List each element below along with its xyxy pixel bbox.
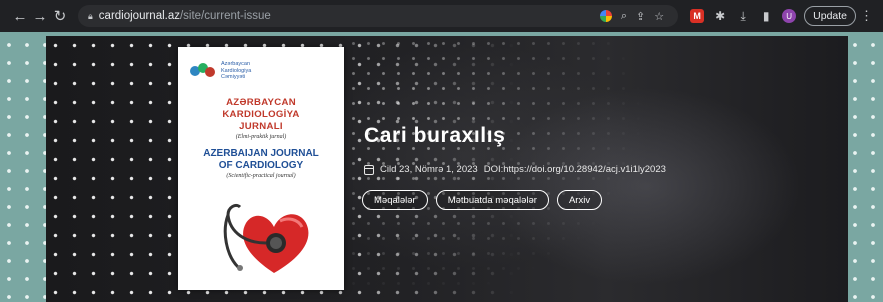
page-title: Cari buraxılış <box>364 124 506 147</box>
google-lens-icon[interactable] <box>599 10 612 22</box>
cover-subtitle-az: (Elmi-praktik jurnal) <box>235 133 287 140</box>
society-logo-icon <box>190 62 216 79</box>
url-path: /site/current-issue <box>179 10 271 22</box>
search-icon[interactable]: ⌕ <box>621 10 627 23</box>
heart-stethoscope-icon <box>223 203 309 273</box>
browser-toolbar: ← → ↻ 🔒︎ cardiojournal.az/site/current-i… <box>0 0 883 32</box>
cover-subtitle-en: (Scientific-practical journal) <box>226 172 296 179</box>
cover-title-az: AZƏRBAYCAN KARDIOLOGİYA JURNALI <box>222 96 300 132</box>
download-icon[interactable]: ⤓ <box>736 9 750 23</box>
doi-link[interactable]: DOI:https://doi.org/10.28942/acj.v1i1ly2… <box>484 164 666 175</box>
issue-actions: Məqalələr Mətbuatda məqalələr Arxiv <box>362 190 603 210</box>
back-icon[interactable]: ← <box>10 4 30 28</box>
sidebar-icon[interactable]: ▮ <box>759 9 773 23</box>
avatar[interactable]: U <box>782 9 797 23</box>
articles-button[interactable]: Məqalələr <box>362 190 428 210</box>
share-icon[interactable]: ⇪ <box>636 10 645 23</box>
lock-icon[interactable]: 🔒︎ <box>88 11 93 22</box>
address-bar[interactable]: 🔒︎ cardiojournal.az/site/current-issue ⌕… <box>78 5 679 27</box>
forward-icon[interactable]: → <box>30 4 50 28</box>
kebab-menu-icon[interactable]: ⋮ <box>860 8 873 24</box>
issue-meta: Cild 23, Nömrə 1, 2023 DOI:https://doi.o… <box>364 164 666 175</box>
puzzle-icon[interactable]: ✱ <box>713 9 727 23</box>
journal-cover[interactable]: Azərbaycan Kardiologiya Cəmiyyəti AZƏRBA… <box>178 47 344 290</box>
issue-info: Cild 23, Nömrə 1, 2023 <box>380 164 478 175</box>
cover-title-en: AZERBAIJAN JOURNAL OF CARDIOLOGY <box>203 147 319 171</box>
calendar-icon <box>364 164 374 175</box>
society-name: Azərbaycan Kardiologiya Cəmiyyəti <box>221 61 252 80</box>
archive-button[interactable]: Arxiv <box>556 190 603 210</box>
press-articles-button[interactable]: Mətbuatda məqalələr <box>435 190 549 210</box>
reload-icon[interactable]: ↻ <box>50 4 70 28</box>
current-issue-hero: Azərbaycan Kardiologiya Cəmiyyəti AZƏRBA… <box>46 36 848 302</box>
society-logo: Azərbaycan Kardiologiya Cəmiyyəti <box>190 61 334 81</box>
update-button[interactable]: Update <box>804 6 856 26</box>
extension-icon[interactable]: M <box>690 9 705 23</box>
bookmark-star-icon[interactable]: ☆ <box>654 10 664 23</box>
url-host: cardiojournal.az <box>98 10 180 22</box>
